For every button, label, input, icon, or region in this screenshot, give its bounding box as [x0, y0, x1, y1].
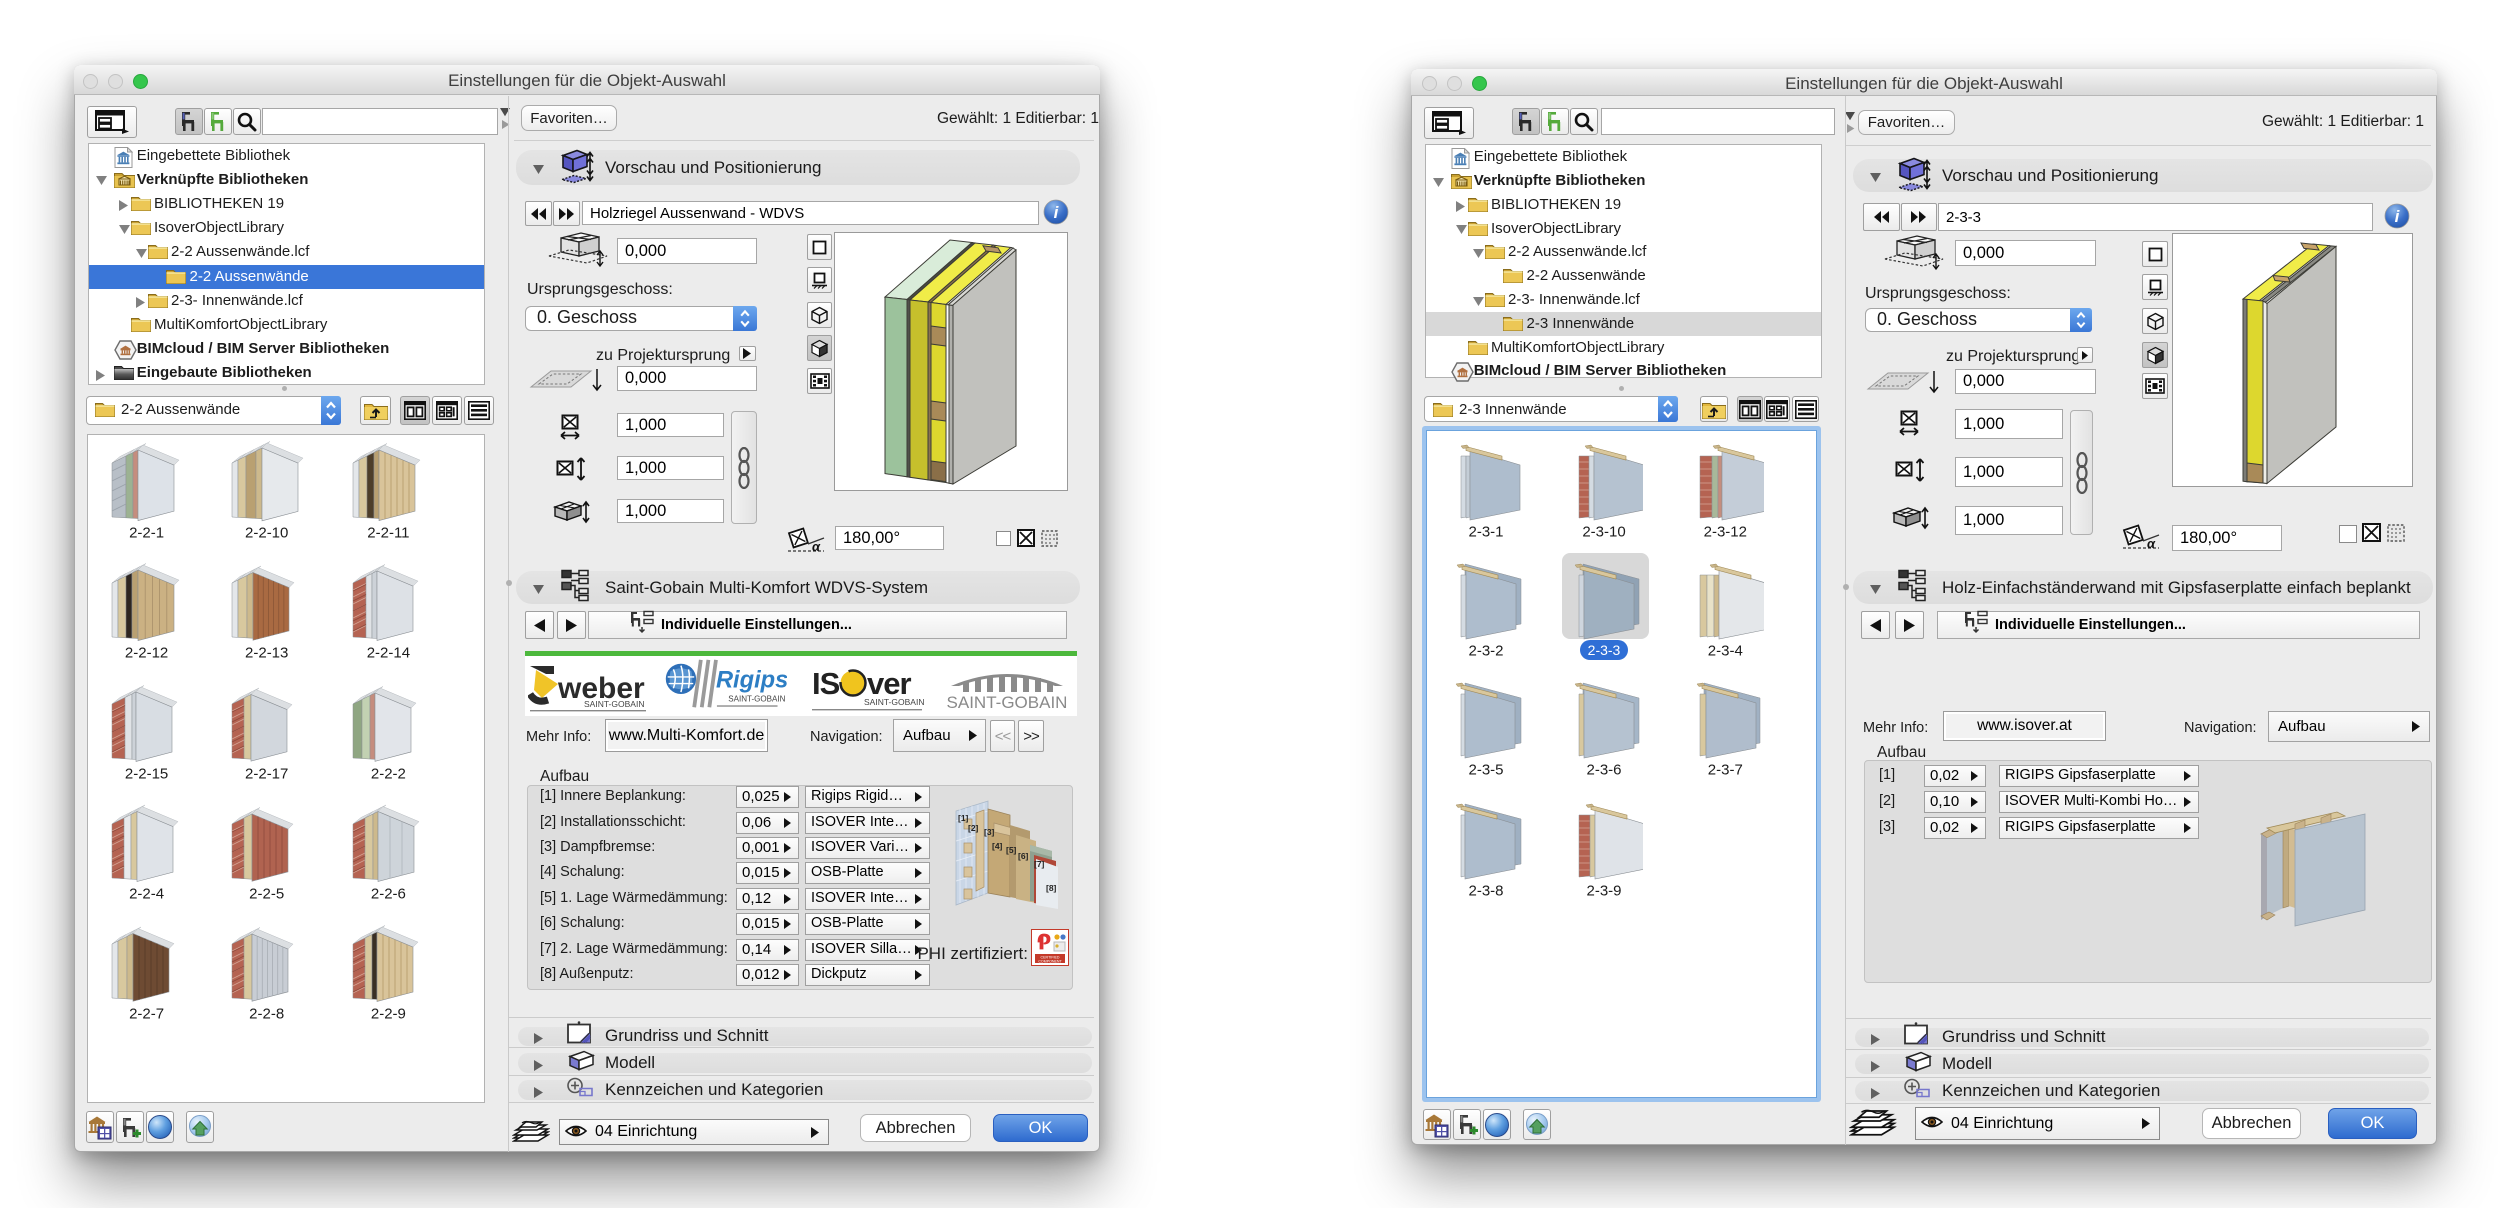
svg-text:SAINT-GOBAIN: SAINT-GOBAIN	[728, 695, 785, 704]
svg-text:[6]: [6]	[1018, 851, 1029, 861]
svg-text:COMPONENT: COMPONENT	[1038, 960, 1062, 964]
svg-text:[4]: [4]	[992, 841, 1003, 851]
svg-text:SAINT-GOBAIN: SAINT-GOBAIN	[864, 697, 924, 707]
svg-text:[5]: [5]	[1006, 845, 1017, 855]
svg-text:[8]: [8]	[1046, 883, 1057, 893]
svg-text:[7]: [7]	[1034, 859, 1045, 869]
svg-text:IS: IS	[812, 666, 840, 701]
svg-text:α: α	[2147, 536, 2156, 551]
svg-text:SAINT-GOBAIN: SAINT-GOBAIN	[947, 693, 1068, 712]
svg-text:SAINT-GOBAIN: SAINT-GOBAIN	[584, 699, 644, 709]
svg-text:α: α	[812, 539, 821, 554]
svg-text:[2]: [2]	[968, 823, 979, 833]
svg-text:ver: ver	[867, 666, 911, 701]
svg-text:[3]: [3]	[984, 827, 995, 837]
svg-text:Rigips: Rigips	[716, 667, 787, 693]
svg-text:[1]: [1]	[958, 813, 969, 823]
